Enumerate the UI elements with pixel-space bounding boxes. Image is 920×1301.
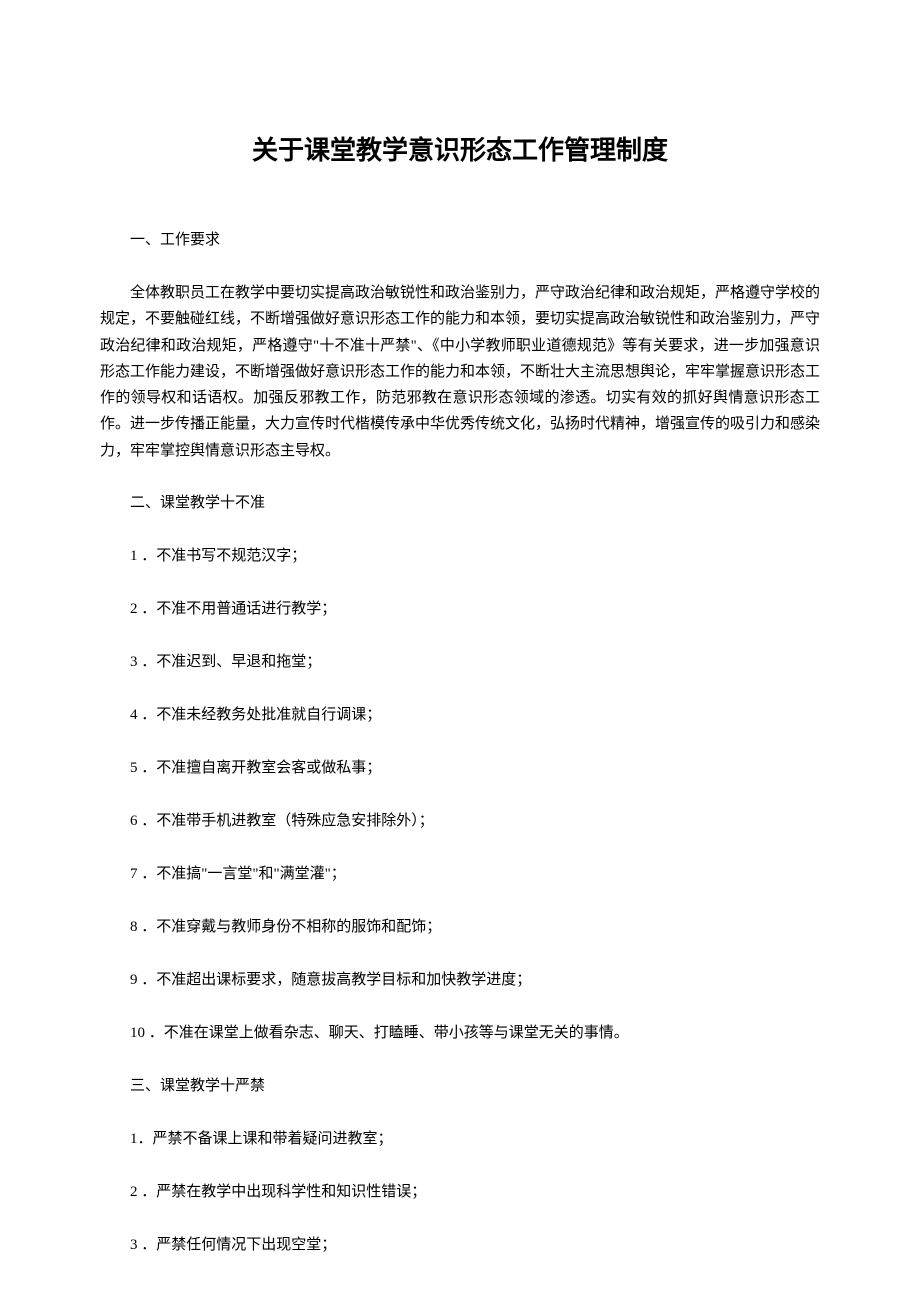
section-2-heading: 二、课堂教学十不准 <box>100 490 820 517</box>
list-item: 7 ．不准搞"一言堂"和"满堂灌"； <box>100 861 820 888</box>
list-item: 5 ．不准擅自离开教室会客或做私事； <box>100 755 820 782</box>
list-item: 6 ．不准带手机进教室（特殊应急安排除外）； <box>100 808 820 835</box>
list-item: 3 ．严禁任何情况下出现空堂； <box>100 1232 820 1259</box>
section-3-heading: 三、课堂教学十严禁 <box>100 1073 820 1100</box>
list-item: 1．严禁不备课上课和带着疑问进教室； <box>100 1126 820 1153</box>
list-item: 1 ．不准书写不规范汉字； <box>100 543 820 570</box>
section-1-heading: 一、工作要求 <box>100 227 820 254</box>
document-title: 关于课堂教学意识形态工作管理制度 <box>100 130 820 167</box>
list-item: 8 ．不准穿戴与教师身份不相称的服饰和配饰； <box>100 914 820 941</box>
list-item: 3 ．不准迟到、早退和拖堂； <box>100 649 820 676</box>
list-item: 4 ．不准未经教务处批准就自行调课； <box>100 702 820 729</box>
list-item: 2 ．严禁在教学中出现科学性和知识性错误； <box>100 1179 820 1206</box>
list-item: 2 ．不准不用普通话进行教学； <box>100 596 820 623</box>
section-1-paragraph: 全体教职员工在教学中要切实提高政治敏锐性和政治鉴别力，严守政治纪律和政治规矩，严… <box>100 280 820 464</box>
list-item: 9 ．不准超出课标要求，随意拔高教学目标和加快教学进度； <box>100 967 820 994</box>
list-item: 10 ．不准在课堂上做看杂志、聊天、打瞌睡、带小孩等与课堂无关的事情。 <box>100 1020 820 1047</box>
